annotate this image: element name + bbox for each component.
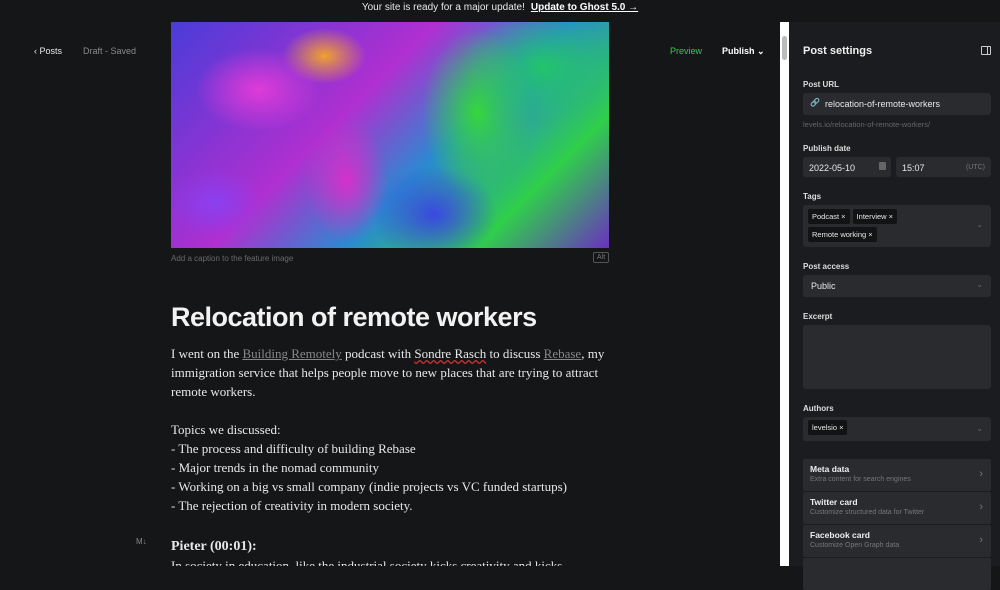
speaker-heading: Pieter (00:01): <box>171 539 257 554</box>
post-url-value: relocation-of-remote-workers <box>825 99 941 109</box>
topic-item: - Major trends in the nomad community <box>171 460 379 475</box>
link-icon: 🔗 <box>810 98 820 107</box>
last-line: In society in education, like the indust… <box>171 558 563 566</box>
post-settings-sidebar: Post settings Post URL 🔗 relocation-of-re… <box>789 22 1000 590</box>
time-input[interactable]: 15:07 (UTC) <box>896 157 991 177</box>
card-title: Facebook card <box>810 530 870 540</box>
card-subtitle: Customize Open Graph data <box>810 542 900 549</box>
card-subtitle: Extra content for search engines <box>810 476 911 483</box>
preview-button[interactable]: Preview <box>670 46 702 56</box>
post-title[interactable]: Relocation of remote workers <box>171 302 537 333</box>
topic-item: - The process and difficulty of building… <box>171 441 416 456</box>
topic-item: - Working on a big vs small company (ind… <box>171 479 567 494</box>
intro-paragraph: I went on the Building Remotely podcast … <box>171 344 611 401</box>
date-value: 2022-05-10 <box>809 163 856 173</box>
feature-image[interactable] <box>171 22 609 248</box>
card-title: Meta data <box>810 464 850 474</box>
chevron-right-icon: › <box>979 501 983 513</box>
markdown-icon[interactable]: M↓ <box>136 537 147 546</box>
post-url-input[interactable]: 🔗 relocation-of-remote-workers <box>803 93 991 115</box>
scrollbar[interactable] <box>780 22 789 566</box>
post-body[interactable]: I went on the Building Remotely podcast … <box>171 344 611 566</box>
post-access-label: Post access <box>803 262 850 271</box>
author-chip[interactable]: levelsio × <box>808 420 848 435</box>
tag-chip[interactable]: Interview × <box>852 209 898 224</box>
alt-button[interactable]: Alt <box>593 252 610 263</box>
scroll-thumb[interactable] <box>782 36 787 60</box>
time-value: 15:07 <box>902 163 925 173</box>
sidebar-title: Post settings <box>803 45 873 57</box>
editor: Add a caption to the feature image Alt R… <box>0 22 780 566</box>
authors-label: Authors <box>803 404 834 413</box>
text: I went on the <box>171 346 243 361</box>
chevron-right-icon: › <box>979 468 983 480</box>
topic-item: - The rejection of creativity in modern … <box>171 498 413 513</box>
chevron-right-icon: › <box>979 534 983 546</box>
facebook-card[interactable]: Facebook card Customize Open Graph data › <box>803 525 991 557</box>
chevron-down-icon: ⌄ <box>976 424 983 433</box>
access-value: Public <box>811 281 836 291</box>
topics-heading: Topics we discussed: <box>171 422 281 437</box>
caption-input[interactable]: Add a caption to the feature image <box>171 254 293 263</box>
update-link[interactable]: Update to Ghost 5.0 → <box>531 2 638 13</box>
tags-label: Tags <box>803 192 822 201</box>
excerpt-textarea[interactable] <box>803 325 991 389</box>
building-remotely-link[interactable]: Building Remotely <box>242 346 341 361</box>
excerpt-label: Excerpt <box>803 312 833 321</box>
tag-chip[interactable]: Remote working × <box>808 227 877 242</box>
post-access-select[interactable]: Public ⌄ <box>803 275 991 297</box>
banner-text: Your site is ready for a major update! <box>361 2 525 13</box>
text: to discuss <box>486 346 544 361</box>
misspelled-name: Sondre Rasch <box>414 346 487 361</box>
update-banner: Your site is ready for a major update! Up… <box>0 0 1000 22</box>
timezone: (UTC) <box>965 164 985 171</box>
next-settings-card[interactable] <box>803 558 991 590</box>
post-url-hint: levels.io/relocation-of-remote-workers/ <box>803 120 931 129</box>
card-subtitle: Customize structured data for Twitter <box>810 509 925 516</box>
publish-date-label: Publish date <box>803 144 851 153</box>
card-title: Twitter card <box>810 497 858 507</box>
back-to-posts[interactable]: ‹ Posts <box>34 46 62 56</box>
authors-input[interactable]: levelsio × ⌄ <box>803 417 991 441</box>
sidebar-toggle-icon[interactable] <box>981 46 991 55</box>
meta-data-card[interactable]: Meta data Extra content for search engine… <box>803 459 991 491</box>
chevron-down-icon: ⌄ <box>976 220 983 229</box>
text: podcast with <box>341 346 415 361</box>
date-input[interactable]: 2022-05-10 <box>803 157 891 177</box>
publish-button[interactable]: Publish ⌄ <box>722 46 765 57</box>
rebase-link[interactable]: Rebase <box>544 346 582 361</box>
tags-input[interactable]: Podcast × Interview × Remote working × ⌄ <box>803 205 991 247</box>
post-url-label: Post URL <box>803 80 839 89</box>
save-status: Draft - Saved <box>83 46 137 56</box>
tag-chip[interactable]: Podcast × <box>808 209 850 224</box>
calendar-icon[interactable] <box>879 162 886 170</box>
chevron-down-icon: ⌄ <box>976 280 983 289</box>
twitter-card[interactable]: Twitter card Customize structured data fo… <box>803 492 991 524</box>
